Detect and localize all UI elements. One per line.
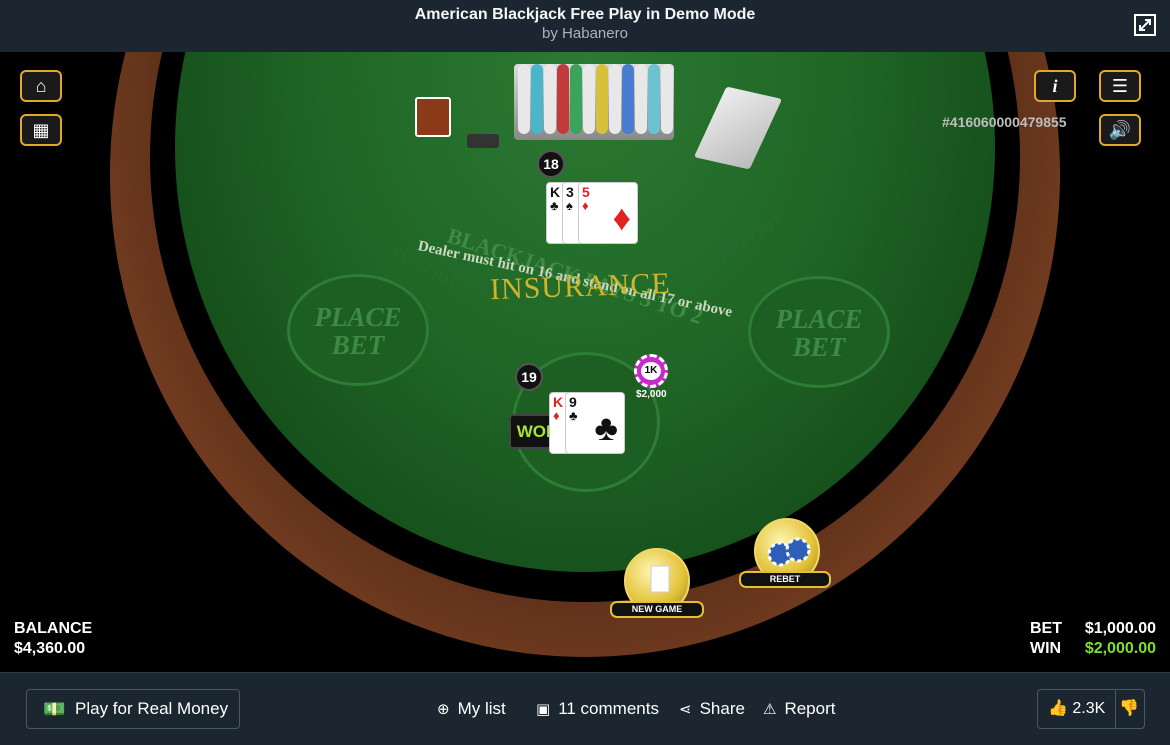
card-pip: ♦ — [612, 197, 631, 238]
play-real-money-label: Play for Real Money — [75, 699, 229, 718]
grid-icon: ▦ — [32, 120, 50, 140]
card-suit: ♦ — [553, 408, 560, 423]
comments-button[interactable]: ▣ 11 comments — [536, 699, 659, 719]
rebet-label[interactable]: REBET — [739, 571, 831, 588]
dealer-score: 18 — [537, 150, 565, 178]
place-bet-label: PLACE — [775, 304, 863, 334]
money-stack-icon: 💵 — [43, 699, 66, 719]
place-bet-label: PLACE — [314, 302, 402, 332]
thumbs-down-icon: 👎 — [1119, 700, 1139, 717]
comment-icon: ▣ — [536, 701, 551, 718]
menu-icon: ☰ — [1111, 76, 1129, 96]
menu-button[interactable]: ☰ — [1099, 70, 1141, 102]
comments-label: 11 comments — [558, 699, 659, 718]
chip-amount: $2,000 — [636, 389, 667, 400]
footer-bar: 💵 Play for Real Money ⊕ My list ▣ 11 comme… — [0, 672, 1170, 745]
place-bet-label: BET — [331, 330, 385, 360]
report-button[interactable]: ⚠ Report — [763, 699, 835, 719]
my-list-button[interactable]: ⊕ My list — [437, 699, 506, 719]
card-deck — [415, 97, 451, 137]
share-label: Share — [699, 699, 745, 718]
game-id: #416060000479855 — [942, 114, 1067, 130]
thumbs-up-icon: 👍 — [1048, 700, 1068, 717]
place-bet-label: BET — [792, 332, 846, 362]
card-suit: ♦ — [582, 198, 589, 213]
play-real-money-button[interactable]: 💵 Play for Real Money — [26, 689, 240, 729]
balance-label: BALANCE — [14, 620, 93, 637]
player-score: 19 — [515, 363, 543, 391]
info-button[interactable]: i — [1034, 70, 1076, 102]
page-subtitle: by Habanero — [542, 25, 628, 42]
card-pip: ♣ — [594, 407, 618, 448]
page-title: American Blackjack Free Play in Demo Mod… — [414, 6, 756, 23]
info-icon: i — [1052, 76, 1058, 96]
new-game-label[interactable]: NEW GAME — [610, 601, 704, 618]
like-count: 2.3K — [1072, 700, 1106, 717]
win-label: WIN — [1030, 640, 1062, 657]
insurance-text: INSURANCE — [489, 266, 672, 307]
plus-circle-icon: ⊕ — [437, 701, 450, 718]
place-bet-right[interactable]: PLACE BET — [748, 276, 890, 388]
my-list-label: My list — [457, 699, 506, 718]
dislike-button[interactable]: 👎 — [1114, 690, 1144, 728]
bet-label: BET — [1030, 620, 1062, 637]
home-button[interactable]: ⌂ — [20, 70, 62, 102]
chip-rack — [514, 64, 674, 140]
home-icon: ⌂ — [35, 76, 47, 96]
card-shoe — [467, 134, 499, 148]
fullscreen-icon[interactable] — [1134, 14, 1156, 36]
bet-value: $1,000.00 — [1084, 620, 1156, 637]
player-card: 9 ♣ ♣ — [565, 392, 625, 454]
header: American Blackjack Free Play in Demo Mod… — [0, 0, 1170, 52]
sound-button[interactable]: 🔊 — [1099, 114, 1141, 146]
games-grid-button[interactable]: ▦ — [20, 114, 62, 146]
card-suit: ♣ — [550, 198, 559, 213]
card-suit: ♣ — [569, 408, 578, 423]
balance-value: $4,360.00 — [14, 640, 86, 657]
share-button[interactable]: ⋖ Share — [679, 699, 745, 719]
card-suit: ♠ — [566, 198, 573, 213]
place-bet-left[interactable]: PLACE BET — [287, 274, 429, 386]
game-stage[interactable]: BLACKJACK PAYS 3 TO 2 Dealer must hit on… — [0, 52, 1170, 672]
chip-label: 1K — [641, 362, 661, 380]
win-value: $2,000.00 — [1084, 640, 1156, 657]
dealer-card: 5 ♦ ♦ — [578, 182, 638, 244]
report-label: Report — [784, 699, 836, 718]
vote-group: 👍 2.3K 👎 — [1037, 689, 1145, 729]
like-button[interactable]: 👍 2.3K — [1038, 690, 1116, 728]
bet-chip: 1K — [634, 354, 668, 388]
speaker-icon: 🔊 — [1108, 120, 1132, 140]
share-icon: ⋖ — [679, 701, 692, 718]
warning-icon: ⚠ — [763, 701, 777, 718]
